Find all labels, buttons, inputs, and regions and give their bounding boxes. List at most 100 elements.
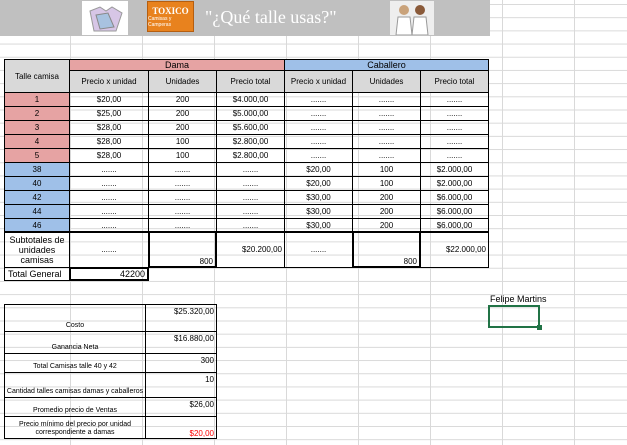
author-name[interactable]: Felipe Martins bbox=[490, 293, 547, 305]
subheader-dama-total[interactable]: Precio total bbox=[216, 70, 285, 93]
summary-label[interactable]: Costo bbox=[4, 304, 146, 332]
summary-label[interactable]: Precio mínimo del precio por unidad corr… bbox=[4, 416, 146, 439]
table-cell[interactable]: ....... bbox=[352, 92, 421, 107]
subtotal-caballero-price[interactable]: ....... bbox=[284, 231, 353, 268]
subheader-dama-price[interactable]: Precio x unidad bbox=[69, 70, 149, 93]
table-cell[interactable]: ....... bbox=[216, 204, 285, 219]
table-cell[interactable]: ....... bbox=[284, 106, 353, 121]
table-cell[interactable]: $6.000,00 bbox=[420, 204, 489, 219]
table-cell[interactable]: $30,00 bbox=[284, 190, 353, 205]
fill-handle[interactable] bbox=[537, 325, 542, 330]
summary-value[interactable]: 10 bbox=[145, 372, 217, 398]
size-cell[interactable]: 3 bbox=[4, 120, 70, 135]
table-cell[interactable]: ....... bbox=[284, 92, 353, 107]
table-cell[interactable]: ....... bbox=[284, 148, 353, 163]
table-cell[interactable]: ....... bbox=[148, 176, 217, 191]
subtotal-label[interactable]: Subtotales de unidades camisas bbox=[4, 231, 70, 268]
table-cell[interactable]: ....... bbox=[352, 106, 421, 121]
table-cell[interactable]: ....... bbox=[69, 204, 149, 219]
total-general-value[interactable]: 42200 bbox=[69, 267, 149, 281]
size-cell[interactable]: 40 bbox=[4, 176, 70, 191]
table-cell[interactable]: ....... bbox=[216, 190, 285, 205]
table-cell[interactable]: 200 bbox=[148, 106, 217, 121]
size-cell[interactable]: 4 bbox=[4, 134, 70, 149]
table-cell[interactable]: ....... bbox=[420, 92, 489, 107]
table-cell[interactable]: ....... bbox=[284, 120, 353, 135]
total-general-label[interactable]: Total General bbox=[4, 267, 70, 281]
table-cell[interactable]: $28,00 bbox=[69, 134, 149, 149]
size-cell[interactable]: 42 bbox=[4, 190, 70, 205]
table-cell[interactable]: ....... bbox=[148, 204, 217, 219]
table-cell[interactable]: ....... bbox=[216, 162, 285, 177]
shirts-image bbox=[82, 1, 128, 35]
table-cell[interactable]: ....... bbox=[420, 134, 489, 149]
table-cell[interactable]: 200 bbox=[352, 190, 421, 205]
summary-label[interactable]: Cantidad talles camisas damas y caballer… bbox=[4, 372, 146, 398]
subheader-caballero-price[interactable]: Precio x unidad bbox=[284, 70, 353, 93]
summary-value[interactable]: $16.880,00 bbox=[145, 331, 217, 354]
table-cell[interactable]: ....... bbox=[352, 134, 421, 149]
size-cell[interactable]: 2 bbox=[4, 106, 70, 121]
table-cell[interactable]: ....... bbox=[148, 162, 217, 177]
summary-value[interactable]: $25.320,00 bbox=[145, 304, 217, 332]
table-cell[interactable]: ....... bbox=[352, 120, 421, 135]
subheader-caballero-units[interactable]: Unidades bbox=[352, 70, 421, 93]
summary-label[interactable]: Promedio precio de Ventas bbox=[4, 397, 146, 417]
table-cell[interactable]: $28,00 bbox=[69, 148, 149, 163]
size-cell[interactable]: 1 bbox=[4, 92, 70, 107]
subtotal-dama-units[interactable]: 800 bbox=[148, 231, 217, 268]
people-image bbox=[390, 1, 434, 36]
summary-label[interactable]: Ganancia Neta bbox=[4, 331, 146, 354]
subtotal-dama-total[interactable]: $20.200,00 bbox=[216, 231, 285, 268]
size-header[interactable]: Talle camisa bbox=[4, 59, 70, 93]
table-cell[interactable]: 200 bbox=[352, 204, 421, 219]
table-cell[interactable]: $30,00 bbox=[284, 204, 353, 219]
table-cell[interactable]: $4.000,00 bbox=[216, 92, 285, 107]
table-cell[interactable]: 200 bbox=[148, 92, 217, 107]
table-cell[interactable]: ....... bbox=[69, 162, 149, 177]
subtotal-caballero-units[interactable]: 800 bbox=[352, 231, 421, 268]
table-cell[interactable]: $5.000,00 bbox=[216, 106, 285, 121]
subheader-caballero-total[interactable]: Precio total bbox=[420, 70, 489, 93]
slogan: "¿Qué talle usas?" bbox=[205, 7, 337, 27]
size-cell[interactable]: 38 bbox=[4, 162, 70, 177]
size-cell[interactable]: 44 bbox=[4, 204, 70, 219]
table-cell[interactable]: ....... bbox=[352, 148, 421, 163]
size-cell[interactable]: 5 bbox=[4, 148, 70, 163]
table-cell[interactable]: ....... bbox=[69, 190, 149, 205]
table-cell[interactable]: $20,00 bbox=[69, 92, 149, 107]
table-cell[interactable]: ....... bbox=[69, 176, 149, 191]
table-cell[interactable]: ....... bbox=[420, 148, 489, 163]
subheader-dama-units[interactable]: Unidades bbox=[148, 70, 217, 93]
table-cell[interactable]: $2.800,00 bbox=[216, 148, 285, 163]
table-cell[interactable]: ....... bbox=[420, 120, 489, 135]
summary-label[interactable]: Total Camisas talle 40 y 42 bbox=[4, 353, 146, 373]
table-cell[interactable]: 200 bbox=[148, 120, 217, 135]
brand-logo-text: TOXICO bbox=[152, 5, 189, 16]
subtotal-dama-price[interactable]: ....... bbox=[69, 231, 149, 268]
brand-logo-subtext: Camisas y Camperas bbox=[148, 15, 172, 28]
table-cell[interactable]: $6.000,00 bbox=[420, 190, 489, 205]
table-cell[interactable]: ....... bbox=[216, 176, 285, 191]
table-cell[interactable]: $2.800,00 bbox=[216, 134, 285, 149]
summary-value[interactable]: $26,00 bbox=[145, 397, 217, 417]
table-cell[interactable]: 100 bbox=[352, 162, 421, 177]
table-cell[interactable]: $2.000,00 bbox=[420, 162, 489, 177]
table-cell[interactable]: $28,00 bbox=[69, 120, 149, 135]
summary-value[interactable]: 300 bbox=[145, 353, 217, 373]
table-cell[interactable]: ....... bbox=[284, 134, 353, 149]
table-cell[interactable]: 100 bbox=[148, 134, 217, 149]
table-cell[interactable]: $2.000,00 bbox=[420, 176, 489, 191]
table-cell[interactable]: 100 bbox=[352, 176, 421, 191]
table-cell[interactable]: $20,00 bbox=[284, 162, 353, 177]
table-cell[interactable]: 100 bbox=[148, 148, 217, 163]
table-cell[interactable]: $5.600,00 bbox=[216, 120, 285, 135]
selected-cell[interactable] bbox=[488, 305, 540, 328]
brand-logo: TOXICO Camisas y Camperas bbox=[147, 1, 194, 32]
table-cell[interactable]: ....... bbox=[148, 190, 217, 205]
table-cell[interactable]: $25,00 bbox=[69, 106, 149, 121]
summary-value[interactable]: $20,00 bbox=[145, 416, 217, 439]
table-cell[interactable]: ....... bbox=[420, 106, 489, 121]
subtotal-caballero-total[interactable]: $22.000,00 bbox=[420, 231, 489, 268]
table-cell[interactable]: $20,00 bbox=[284, 176, 353, 191]
